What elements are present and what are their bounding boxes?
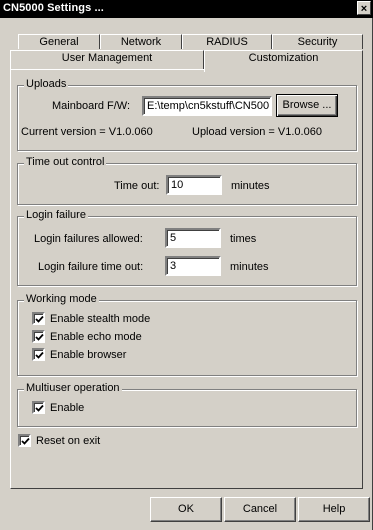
checkmark-icon [35,351,44,359]
login-failure-timeout-input[interactable]: 3 [165,256,221,276]
multiuser-group-label: Multiuser operation [24,382,122,394]
tab-security[interactable]: Security [272,34,363,49]
timeout-group-label: Time out control [24,156,107,168]
login-failures-allowed-label: Login failures allowed: [34,233,143,245]
upload-version-text: Upload version = V1.0.060 [192,126,322,138]
current-version-text: Current version = V1.0.060 [21,126,153,138]
uploads-label: Uploads [24,78,69,90]
customization-panel: Uploads Mainboard F/W: E:\temp\cn5kstuff… [10,69,363,489]
stealth-mode-checkbox[interactable] [32,312,45,325]
login-failures-allowed-unit: times [230,233,257,245]
window-title: CN5000 Settings ... [3,2,104,14]
browser-checkbox[interactable] [32,348,45,361]
tab-customization[interactable]: Customization [204,50,363,72]
login-failures-allowed-input[interactable]: 5 [165,228,221,248]
checkmark-icon [35,404,44,412]
working-mode-group-label: Working mode [24,293,99,305]
browse-button[interactable]: Browse ... [276,94,338,117]
checkmark-icon [35,333,44,341]
uploads-group: Uploads Mainboard F/W: E:\temp\cn5kstuff… [17,78,357,151]
tab-general[interactable]: General [18,34,100,49]
working-mode-group: Working mode Enable stealth mode Enable … [17,293,357,376]
mainboard-fw-input[interactable]: E:\temp\cn5kstuff\CN500 [142,96,272,116]
tab-strip: General Network RADIUS Security User Man… [10,22,363,72]
close-button[interactable]: × [357,1,371,15]
tab-network[interactable]: Network [100,34,182,49]
reset-on-exit-label[interactable]: Reset on exit [36,435,100,447]
tab-radius[interactable]: RADIUS [182,34,272,49]
stealth-mode-label[interactable]: Enable stealth mode [50,313,150,325]
timeout-unit: minutes [231,180,270,192]
browser-label[interactable]: Enable browser [50,349,126,361]
echo-mode-label[interactable]: Enable echo mode [50,331,142,343]
echo-mode-checkbox[interactable] [32,330,45,343]
multiuser-enable-label[interactable]: Enable [50,402,84,414]
checkmark-icon [21,437,30,445]
login-failure-group: Login failure Login failures allowed: 5 … [17,209,357,286]
timeout-group: Time out control Time out: 10 minutes [17,156,357,205]
settings-window: CN5000 Settings ... × General Network RA… [0,0,373,530]
timeout-input[interactable]: 10 [166,175,222,195]
login-failure-timeout-label: Login failure time out: [38,261,144,273]
multiuser-group: Multiuser operation Enable [17,382,357,427]
tab-user-management[interactable]: User Management [10,50,204,70]
cancel-button[interactable]: Cancel [224,497,296,522]
login-failure-timeout-unit: minutes [230,261,269,273]
multiuser-enable-checkbox[interactable] [32,401,45,414]
timeout-label: Time out: [114,180,160,192]
title-bar[interactable]: CN5000 Settings ... × [0,0,373,18]
reset-on-exit-checkbox[interactable] [18,434,31,447]
mainboard-fw-label: Mainboard F/W: [52,100,131,112]
checkmark-icon [35,315,44,323]
ok-button[interactable]: OK [150,497,222,522]
login-failure-group-label: Login failure [24,209,88,221]
help-button[interactable]: Help [298,497,370,522]
